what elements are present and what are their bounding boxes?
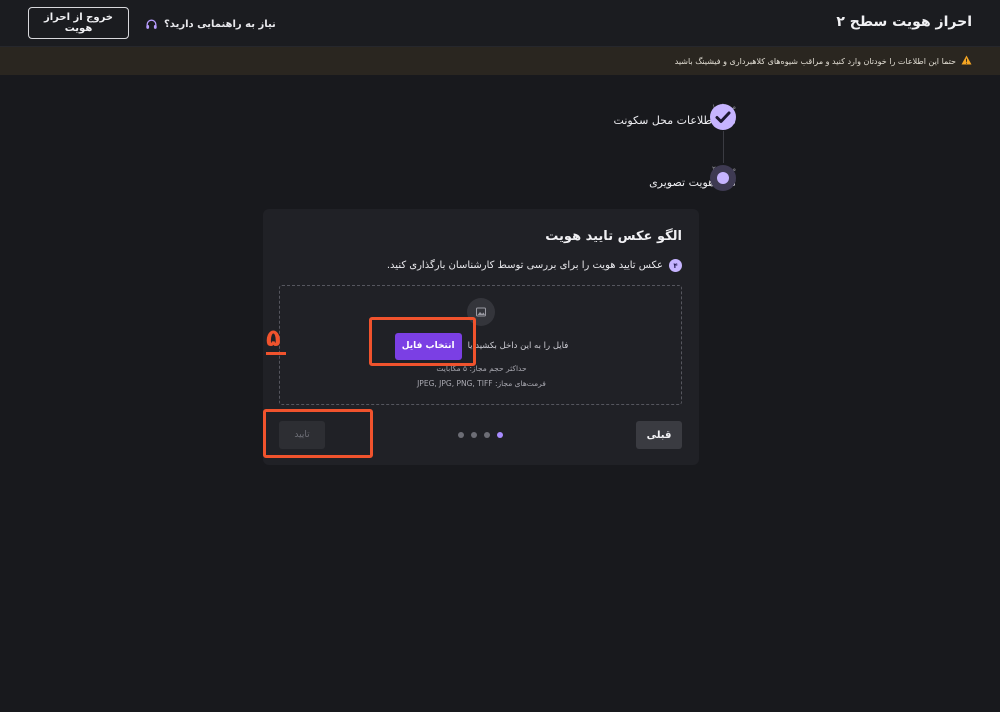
progress-dots bbox=[458, 432, 503, 438]
instruction-text: عکس تایید هویت را برای بررسی توسط کارشنا… bbox=[386, 260, 663, 271]
warning-icon bbox=[961, 55, 972, 67]
dropzone-action-row: فایل را به این داخل بکشید یا انتخاب فایل bbox=[280, 332, 683, 360]
step-1-sub: مرحله ۱ bbox=[536, 103, 736, 111]
step-2-dot bbox=[717, 172, 729, 184]
step-2-title: تایید هویت تصویری bbox=[649, 176, 736, 189]
headset-icon bbox=[145, 18, 158, 31]
page: احراز هویت سطح ۲ نیاز به راهنمایی دارید؟… bbox=[0, 0, 1000, 712]
help-link[interactable]: نیاز به راهنمایی دارید؟ bbox=[145, 15, 276, 33]
step-2-current-indicator bbox=[710, 165, 736, 191]
instruction-row: ۴ عکس تایید هویت را برای بررسی توسط کارش… bbox=[387, 259, 682, 272]
warning-text: حتما این اطلاعات را خودتان وارد کنید و م… bbox=[674, 56, 956, 66]
drag-text: فایل را به این داخل بکشید یا bbox=[467, 341, 569, 351]
step-1: مرحله ۱ ثبت اطلاعات محل سکونت bbox=[536, 103, 736, 127]
instruction-number-badge: ۴ bbox=[669, 259, 682, 272]
top-header: احراز هویت سطح ۲ نیاز به راهنمایی دارید؟… bbox=[0, 0, 1000, 47]
annotation-number: ۵ bbox=[266, 324, 281, 352]
max-size-text: حداکثر حجم مجاز: ۵ مگابایت bbox=[436, 364, 527, 373]
warning-banner: حتما این اطلاعات را خودتان وارد کنید و م… bbox=[0, 47, 1000, 75]
progress-dot bbox=[471, 432, 477, 438]
step-2: مرحله ۲ تایید هویت تصویری bbox=[536, 165, 736, 189]
file-dropzone[interactable]: فایل را به این داخل بکشید یا انتخاب فایل… bbox=[279, 285, 682, 405]
annotation-underline bbox=[266, 352, 286, 355]
exit-verification-button[interactable]: خروج از احراز هویت bbox=[28, 7, 129, 39]
step-1-done-indicator bbox=[710, 104, 736, 130]
progress-dot-active bbox=[497, 432, 503, 438]
progress-dot bbox=[458, 432, 464, 438]
previous-button[interactable]: قبلی bbox=[636, 421, 682, 449]
stepper-connector bbox=[723, 131, 724, 163]
step-2-sub: مرحله ۲ bbox=[536, 165, 736, 173]
help-label: نیاز به راهنمایی دارید؟ bbox=[164, 18, 276, 30]
page-title: احراز هویت سطح ۲ bbox=[836, 14, 972, 30]
card-title: الگو عکس تایید هویت bbox=[545, 229, 682, 244]
allowed-formats-text: فرمت‌های مجاز: JPEG, JPG, PNG, TIFF bbox=[417, 379, 546, 388]
check-icon bbox=[715, 111, 731, 123]
highlight-choose-file bbox=[369, 317, 476, 366]
progress-dot bbox=[484, 432, 490, 438]
step-1-title: ثبت اطلاعات محل سکونت bbox=[613, 114, 736, 127]
highlight-confirm bbox=[263, 409, 373, 458]
